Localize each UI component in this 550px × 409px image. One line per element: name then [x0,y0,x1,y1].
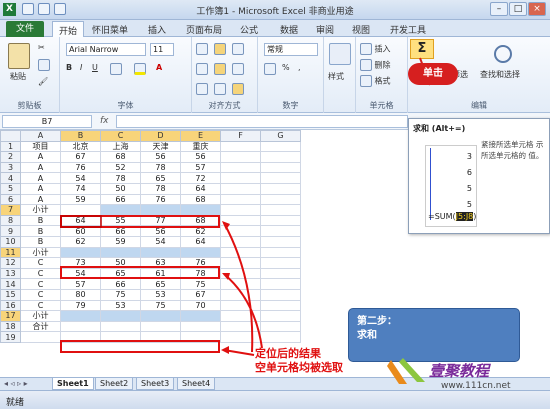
status-text: 就绪 [6,398,25,408]
autosum-tooltip: 求和 (Alt+=) 3 6 5 5 =SUM(J5:J8) 紧接所选单元格 示… [408,118,550,234]
preview-value-3: 5 [466,184,472,193]
preview-formula-text: =SUM( [428,212,456,221]
tooltip-title: 求和 (Alt+=) [413,124,466,133]
watermark-url: www.111cn.net [441,381,511,390]
sheet-tab-2[interactable]: Sheet2 [95,378,134,390]
preview-left-line [430,148,431,220]
arrow-to-row11 [223,273,263,349]
watermark-logo: 壹聚教程 www.111cn.net [387,358,511,390]
note-line2: 空单元格均被选取 [255,361,343,374]
step-line1: 第二步： [357,316,397,327]
selection-outline-row17 [60,340,220,353]
selection-outline-row7 [60,215,220,228]
sheet-tab-1[interactable]: Sheet1 [52,378,94,390]
sheet-nav-icon[interactable]: ◂ ◃ ▹ ▸ [4,379,28,388]
arrowhead-row7 [222,221,230,230]
arrowhead-row17 [221,346,229,354]
preview-value-4: 5 [466,200,472,209]
preview-formula: =SUM(J5:J8) [428,212,477,221]
sheet-tab-3[interactable]: Sheet3 [136,378,175,390]
preview-value-2: 6 [466,168,472,177]
step-line2: 求和 [357,330,377,341]
watermark-name: 壹聚教程 [429,362,491,380]
tooltip-body: 紧接所选单元格 示所选单元格的 值。 [481,140,544,160]
preview-value-1: 3 [466,152,472,161]
tooltip-preview: 3 6 5 5 =SUM(J5:J8) [425,145,477,227]
note-line1: 定位后的结果 [255,347,321,360]
sheet-tab-4[interactable]: Sheet4 [177,378,216,390]
result-note: 定位后的结果 空单元格均被选取 [255,347,343,375]
click-bubble: 单击 [408,63,458,85]
preview-formula-ref: J5:J8 [455,212,474,221]
step-callout: 第二步： 求和 [348,308,520,362]
active-cell-outline [60,215,102,228]
selection-outline-row11 [60,266,220,279]
status-bar: 就绪 [0,390,550,409]
